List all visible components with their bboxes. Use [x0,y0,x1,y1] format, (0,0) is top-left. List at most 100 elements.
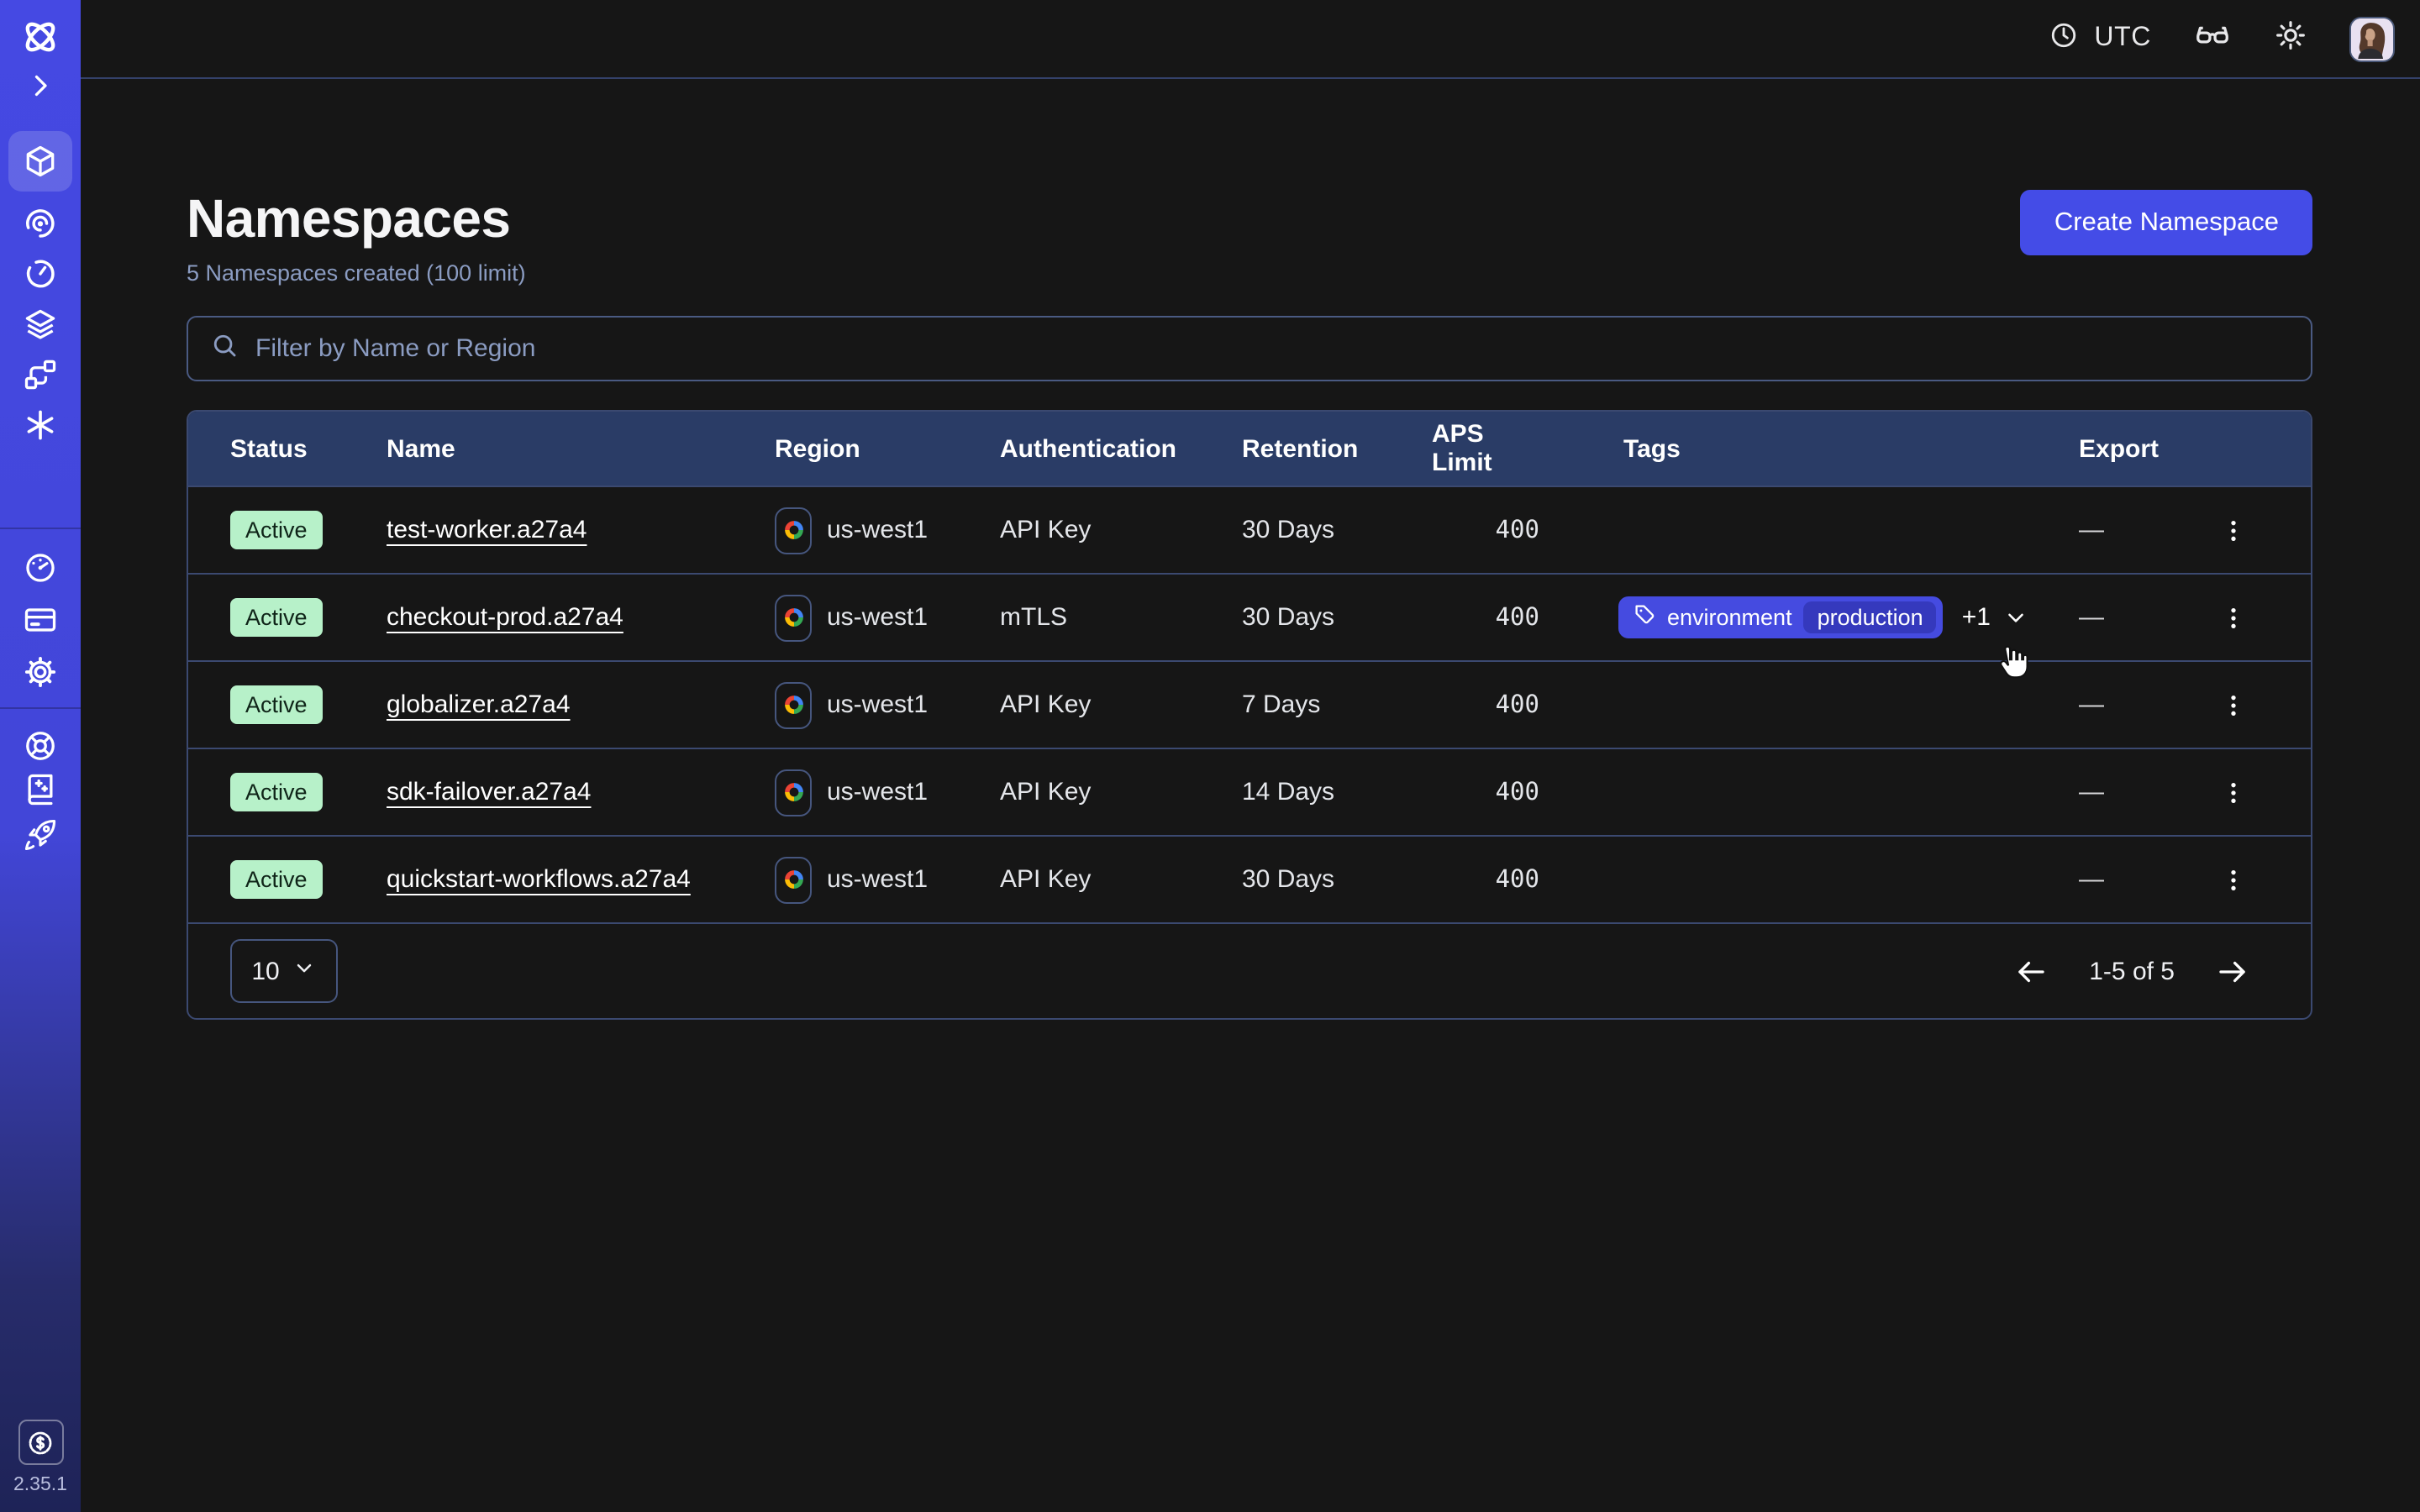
row-menu-button[interactable] [2213,859,2254,900]
status-badge: Active [230,860,323,900]
app-root: 2.35.1 UTC [0,0,2420,1512]
create-namespace-button[interactable]: Create Namespace [2021,190,2312,255]
topbar: UTC [81,0,2420,79]
retention-value: 7 Days [1242,690,1432,719]
sidebar-item-schedules[interactable] [0,255,81,292]
sidebar-item-docs[interactable] [0,771,81,808]
table-header: Status Name Region Authentication Retent… [188,412,2311,486]
row-menu-button[interactable] [2213,510,2254,550]
namespace-link[interactable]: test-worker.a27a4 [387,515,587,543]
status-badge: Active [230,598,323,638]
tag-badge[interactable]: environment production [1618,596,1944,638]
theme-toggle-button[interactable] [2274,18,2307,60]
export-value: — [2079,865,2104,894]
tag-key: environment [1667,605,1792,630]
sidebar-divider [0,707,81,709]
table-row: Active sdk-failover.a27a4 us-west1 API K… [188,748,2311,835]
status-badge: Active [230,685,323,725]
labs-toggle-button[interactable] [2193,15,2232,62]
gauge-icon [22,549,59,586]
export-value: — [2079,603,2104,632]
timezone-selector[interactable]: UTC [2049,19,2151,58]
region-label: us-west1 [827,865,928,894]
chevron-right-icon [25,71,55,101]
user-avatar[interactable] [2349,16,2395,61]
filter-input[interactable] [255,334,2289,363]
active-nav-highlight [8,131,72,192]
gcp-cloud-icon [775,856,812,903]
sun-icon [2274,18,2307,60]
col-status: Status [230,434,387,463]
timer-icon [22,255,59,292]
auth-value: API Key [1000,516,1242,544]
timezone-label: UTC [2094,24,2151,54]
sidebar-item-worker-deployments[interactable] [0,356,81,393]
sidebar-item-logo[interactable] [0,15,81,59]
sidebar-item-settings[interactable] [0,654,81,690]
sidebar-item-deployments[interactable] [0,306,81,343]
sidebar-item-billing[interactable] [0,601,81,638]
sidebar-item-usage[interactable] [0,549,81,586]
namespaces-table: Status Name Region Authentication Retent… [187,410,2312,1020]
tags-cell: environment production +1 [1539,596,2054,638]
sidebar-item-pricing[interactable] [18,1420,63,1465]
sidebar-item-namespaces[interactable] [0,131,81,192]
pipeline-icon [22,356,59,393]
row-menu-button[interactable] [2213,597,2254,638]
spiral-eye-icon [22,205,59,242]
auth-value: mTLS [1000,603,1242,632]
status-badge: Active [230,511,323,550]
namespace-link[interactable]: quickstart-workflows.a27a4 [387,864,691,893]
table-row: Active test-worker.a27a4 us-west1 API Ke… [188,486,2311,573]
sidebar-item-getting-started[interactable] [0,816,81,853]
col-retention: Retention [1242,434,1432,463]
auth-value: API Key [1000,778,1242,806]
col-aps-limit: APS Limit [1432,420,1539,477]
credit-card-icon [22,601,59,638]
page-size-value: 10 [251,957,279,985]
sidebar-item-nexus[interactable] [0,407,81,444]
page-header: Namespaces 5 Namespaces created (100 lim… [187,190,2312,286]
aps-value: 400 [1496,866,1539,893]
col-tags: Tags [1539,434,2054,463]
glasses-icon [2193,15,2232,62]
namespace-link[interactable]: checkout-prod.a27a4 [387,602,623,631]
col-export: Export [2054,434,2311,463]
row-menu-button[interactable] [2213,772,2254,812]
export-value: — [2079,516,2104,544]
gear-icon [22,654,59,690]
temporal-logo-icon [18,15,62,59]
gcp-cloud-icon [775,507,812,554]
chevron-down-icon [293,956,317,986]
clock-icon [2049,19,2079,58]
prev-page-button[interactable] [2013,953,2049,989]
search-icon [210,330,239,367]
aps-value: 400 [1496,604,1539,631]
retention-value: 30 Days [1242,865,1432,894]
layers-icon [22,306,59,343]
gcp-cloud-icon [775,594,812,641]
page-size-select[interactable]: 10 [230,939,338,1003]
namespace-link[interactable]: sdk-failover.a27a4 [387,777,592,806]
retention-value: 30 Days [1242,516,1432,544]
region-label: us-west1 [827,690,928,719]
tag-expand-chevron-icon[interactable] [2004,605,2029,630]
gcp-cloud-icon [775,681,812,728]
namespace-count: 5 Namespaces created (100 limit) [187,260,526,286]
table-row: Active globalizer.a27a4 us-west1 API Key… [188,660,2311,748]
status-badge: Active [230,773,323,812]
row-menu-button[interactable] [2213,685,2254,725]
app-version: 2.35.1 [13,1475,67,1495]
asterisk-icon [22,407,59,444]
sidebar-item-workflows[interactable] [0,205,81,242]
namespace-link[interactable]: globalizer.a27a4 [387,690,571,718]
table-pagination: 10 1-5 of 5 [188,922,2311,1018]
next-page-button[interactable] [2215,953,2250,989]
col-region: Region [775,434,1000,463]
region-label: us-west1 [827,778,928,806]
export-value: — [2079,690,2104,719]
sidebar-item-support[interactable] [0,727,81,764]
gcp-cloud-icon [775,769,812,816]
sidebar-expand-button[interactable] [0,71,81,101]
table-row: Active checkout-prod.a27a4 us-west1 mTLS… [188,573,2311,660]
